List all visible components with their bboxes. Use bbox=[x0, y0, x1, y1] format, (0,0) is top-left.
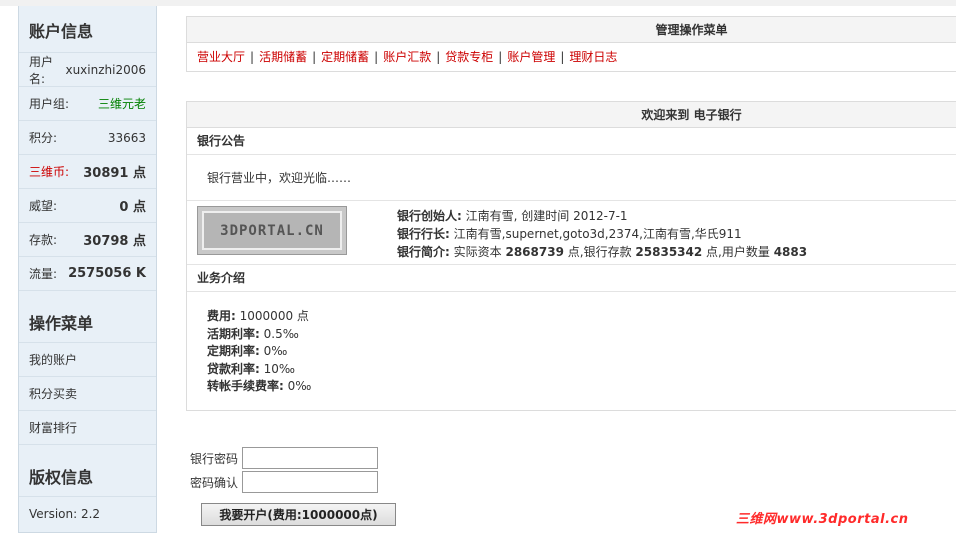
confirm-row: 密码确认 bbox=[190, 471, 378, 493]
link-fixed-savings[interactable]: 定期储蓄 bbox=[321, 50, 369, 64]
president-label: 银行行长: bbox=[397, 227, 450, 241]
separator: | bbox=[374, 50, 379, 64]
link-finance-log[interactable]: 理财日志 bbox=[569, 50, 617, 64]
sidebar-item-points-trade[interactable]: 积分买卖 bbox=[19, 376, 156, 410]
bank-details: 3DPORTAL.CN 银行创始人: 江南有雪, 创建时间 2012-7-1 银… bbox=[187, 201, 956, 265]
link-current-savings[interactable]: 活期储蓄 bbox=[259, 50, 307, 64]
management-menu-panel: 管理操作菜单 营业大厅 | 活期储蓄 | 定期储蓄 | 账户汇款 | 贷款专柜 | 账户管理 | 理财日… bbox=[186, 16, 956, 72]
separator: | bbox=[250, 50, 255, 64]
management-menu-title: 管理操作菜单 bbox=[187, 17, 956, 43]
version-text: Version: 2.2 bbox=[29, 506, 101, 521]
sidebar-divider bbox=[19, 290, 156, 302]
password-row: 银行密码 bbox=[190, 447, 378, 469]
capital-value: 2868739 bbox=[505, 245, 564, 259]
link-business-hall[interactable]: 营业大厅 bbox=[197, 50, 245, 64]
bank-logo: 3DPORTAL.CN bbox=[197, 206, 347, 255]
copyright-title: 版权信息 bbox=[29, 468, 94, 487]
founder-label: 银行创始人: bbox=[397, 209, 462, 223]
username-label: 用户名: bbox=[29, 54, 54, 86]
password-input[interactable] bbox=[242, 447, 378, 469]
fixed-rate-label: 定期利率: bbox=[207, 344, 260, 358]
users-value: 4883 bbox=[773, 245, 808, 259]
usergroup-value: 三维元老 bbox=[97, 97, 146, 111]
open-account-button[interactable]: 我要开户(费用:1000000点) bbox=[201, 503, 396, 526]
loan-rate-label: 贷款利率: bbox=[207, 361, 260, 376]
intro-label: 银行简介: bbox=[397, 245, 450, 259]
prestige-row: 威望: 0 点 bbox=[19, 188, 156, 222]
separator: | bbox=[436, 50, 441, 64]
fixed-rate-value: 0‰ bbox=[263, 344, 288, 358]
username-row: 用户名: xuxinzhi2006 bbox=[19, 52, 156, 86]
separator: | bbox=[560, 50, 565, 64]
welcome-title: 欢迎来到 电子银行 bbox=[187, 102, 956, 128]
sidebar-item-my-account[interactable]: 我的账户 bbox=[19, 342, 156, 376]
deposit-row: 存款: 30798 点 bbox=[19, 222, 156, 256]
coins-label: 三维币: bbox=[29, 165, 70, 179]
notice-text: 银行营业中，欢迎光临…… bbox=[187, 155, 956, 201]
version-row: Version: 2.2 bbox=[19, 496, 156, 530]
deposits-value: 25835342 bbox=[635, 245, 703, 259]
traffic-row: 流量: 2575056 K bbox=[19, 256, 156, 290]
intro-part1: 实际资本 bbox=[453, 245, 502, 259]
management-menu-links: 营业大厅 | 活期储蓄 | 定期储蓄 | 账户汇款 | 贷款专柜 | 账户管理 | 理财日志 bbox=[187, 43, 956, 71]
notice-heading: 银行公告 bbox=[187, 128, 956, 155]
separator: | bbox=[498, 50, 503, 64]
link-remittance[interactable]: 账户汇款 bbox=[383, 50, 431, 64]
prestige-label: 威望: bbox=[29, 199, 58, 213]
sidebar-item-wealth-ranking[interactable]: 财富排行 bbox=[19, 410, 156, 444]
fee-label: 费用: bbox=[207, 309, 236, 323]
logo-text: 3DPORTAL.CN bbox=[220, 222, 324, 239]
transfer-fee-value: 0‰ bbox=[287, 379, 312, 393]
password-label: 银行密码 bbox=[190, 451, 239, 466]
account-info-title: 账户信息 bbox=[29, 22, 94, 41]
fee-value: 1000000 点 bbox=[239, 309, 309, 323]
link-loan-counter[interactable]: 贷款专柜 bbox=[445, 50, 493, 64]
coins-row: 三维币: 30891 点 bbox=[19, 154, 156, 188]
current-rate-value: 0.5‰ bbox=[263, 326, 299, 341]
bank-info-panel: 欢迎来到 电子银行 银行公告 银行营业中，欢迎光临…… 3DPORTAL.CN … bbox=[186, 101, 956, 411]
usergroup-row: 用户组: 三维元老 bbox=[19, 86, 156, 120]
prestige-value: 0 点 bbox=[119, 200, 146, 215]
link-account-management[interactable]: 账户管理 bbox=[507, 50, 555, 64]
business-details: 费用: 1000000 点 活期利率: 0.5‰ 定期利率: 0‰ 贷款利率: … bbox=[187, 292, 956, 410]
confirm-label: 密码确认 bbox=[190, 475, 239, 490]
points-row: 积分: 33663 bbox=[19, 120, 156, 154]
traffic-value: 2575056 K bbox=[68, 266, 146, 281]
points-value: 33663 bbox=[107, 130, 146, 145]
founder-value: 江南有雪, 创建时间 2012-7-1 bbox=[465, 209, 628, 223]
bank-info-lines: 银行创始人: 江南有雪, 创建时间 2012-7-1 银行行长: 江南有雪,su… bbox=[397, 207, 807, 261]
username-value: xuxinzhi2006 bbox=[65, 62, 146, 77]
sidebar: 账户信息 用户名: xuxinzhi2006 用户组: 三维元老 积分: 336… bbox=[18, 6, 157, 533]
site-watermark: 三维网www.3dportal.cn bbox=[736, 512, 909, 527]
usergroup-label: 用户组: bbox=[29, 97, 70, 111]
traffic-label: 流量: bbox=[29, 267, 58, 281]
deposit-value: 30798 点 bbox=[83, 234, 146, 249]
president-value: 江南有雪,supernet,goto3d,2374,江南有雪,华氏911 bbox=[453, 227, 742, 241]
points-label: 积分: bbox=[29, 131, 58, 145]
current-rate-label: 活期利率: bbox=[207, 326, 260, 341]
intro-part3: 点,用户数量 bbox=[706, 245, 770, 259]
loan-rate-value: 10‰ bbox=[263, 361, 296, 376]
business-heading: 业务介绍 bbox=[187, 265, 956, 292]
intro-part2: 点,银行存款 bbox=[567, 245, 632, 259]
separator: | bbox=[312, 50, 317, 64]
sidebar-divider bbox=[19, 444, 156, 456]
operation-menu-title: 操作菜单 bbox=[29, 314, 94, 333]
confirm-password-input[interactable] bbox=[242, 471, 378, 493]
coins-value: 30891 点 bbox=[83, 166, 146, 181]
transfer-fee-label: 转帐手续费率: bbox=[207, 379, 284, 393]
deposit-label: 存款: bbox=[29, 233, 58, 247]
